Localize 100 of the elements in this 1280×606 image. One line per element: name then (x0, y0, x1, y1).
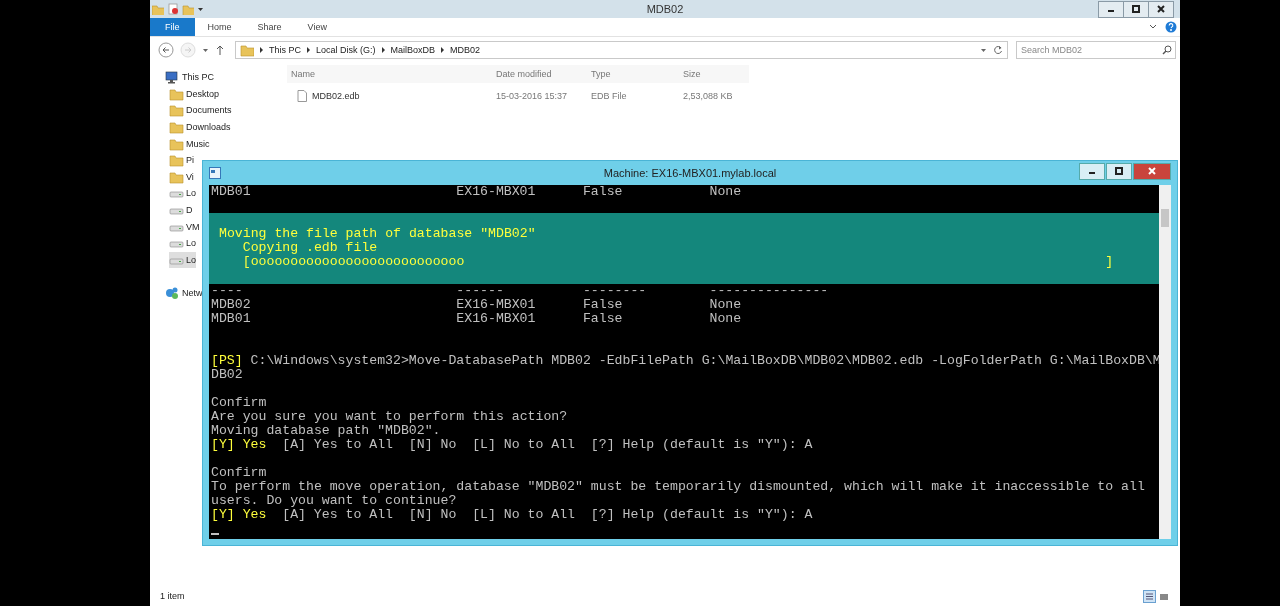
table-cell[interactable]: MDB02.edb (287, 90, 492, 102)
sidebar-item[interactable]: Vi (169, 168, 194, 186)
console-cell-text: EX16-MBX01 (456, 312, 537, 326)
sidebar-item[interactable]: Lo (169, 251, 196, 269)
console-text: DB02 (211, 368, 243, 382)
console-command: C:\Windows\system32>Move-DatabasePath MDB02 -EdbFilePath G:\MailBoxDB\MDB02\MDB02.edb -LogFolderPath G:\MailBoxDB\M (250, 354, 1159, 368)
sidebar-item[interactable]: D (169, 201, 193, 219)
status-text: 1 item (160, 591, 185, 601)
chevron-right-icon (306, 46, 311, 54)
chevron-right-icon (259, 46, 264, 54)
network-icon (164, 286, 179, 301)
address-bar[interactable]: This PC Local Disk (G:) MailBoxDB MDB02 (235, 41, 1008, 59)
ribbon-tab[interactable]: Home (194, 18, 245, 36)
folder-icon (169, 169, 184, 184)
sidebar-item[interactable]: VM (169, 218, 200, 235)
folder-icon (169, 103, 184, 118)
help-icon[interactable] (1165, 21, 1177, 33)
choice-options: [A] Yes to All [N] No [L] No to All [?] Help (default is "Y"): A (282, 508, 813, 522)
scrollbar[interactable] (1159, 185, 1171, 539)
search-field[interactable]: Search MDB02 (1016, 41, 1176, 59)
sidebar-item[interactable]: This PC (164, 69, 214, 86)
breadcrumb-item[interactable]: This PC (269, 45, 301, 55)
details-view-icon[interactable] (1143, 589, 1156, 603)
folder-icon (169, 120, 184, 135)
table-cell-text: 2,53,088 KB (682, 91, 734, 101)
console-cell-text: MDB01 (211, 312, 252, 326)
sidebar-item[interactable]: Music (169, 135, 210, 152)
folder-icon (169, 86, 184, 101)
close-icon (1156, 4, 1166, 14)
console-text: users. Do you want to continue? (211, 494, 457, 508)
sidebar-item[interactable]: Netw (164, 285, 203, 302)
console-cell: None (709, 312, 742, 326)
up-icon[interactable] (215, 44, 225, 56)
window-title: Machine: EX16-MBX01.mylab.local (603, 167, 777, 179)
ribbon-tab[interactable]: Share (244, 18, 295, 36)
properties-icon[interactable] (167, 3, 179, 15)
close-icon (1147, 166, 1157, 176)
minimize-button[interactable] (1098, 0, 1124, 18)
console-cell-text: ------ (456, 284, 505, 298)
restore-button[interactable] (1123, 0, 1149, 18)
folder-icon (169, 153, 184, 168)
window-title: MDB02 (646, 3, 684, 15)
choice-options: [A] Yes to All [N] No [L] No to All [?] Help (default is "Y"): A (282, 438, 813, 452)
refresh-icon[interactable] (993, 45, 1003, 55)
console-cell: --------------- (709, 284, 829, 298)
folder-icon (240, 43, 254, 57)
restore-icon (1131, 4, 1141, 14)
console-cell-text: False (582, 312, 624, 326)
console-cell: None (709, 298, 742, 312)
console-text: Confirm (211, 466, 267, 480)
console-cell-text: MDB02 (211, 298, 252, 312)
sidebar-item[interactable]: Desktop (169, 85, 220, 103)
console-cell-text: EX16-MBX01 (456, 298, 537, 312)
ribbon-tab[interactable]: File (150, 18, 195, 36)
default-choice: [Y] Yes (211, 508, 267, 522)
console-cell-text: False (582, 185, 624, 199)
ribbon-tab[interactable]: View (294, 18, 340, 36)
text-cursor (211, 533, 219, 535)
column-header[interactable]: Size (679, 69, 739, 79)
minimize-button[interactable] (1079, 162, 1105, 180)
column-header[interactable]: Type (587, 69, 679, 79)
breadcrumb-item[interactable]: Local Disk (G:) (316, 45, 376, 55)
table-cell-text: 15-03-2016 15:37 (495, 91, 569, 101)
console-cell-text: MDB01 (211, 185, 252, 199)
progress-bar-text: [ooooooooooooooooooooooooooo (242, 255, 466, 269)
maximize-button[interactable] (1106, 162, 1132, 180)
console-cell-text: False (582, 298, 624, 312)
scrollbar-thumb[interactable] (1161, 209, 1169, 227)
console-text: To perform the move operation, database "MDB02" must be temporarily dismounted, which will make it inaccessible to all (211, 480, 1145, 494)
breadcrumb-item[interactable]: MDB02 (450, 45, 481, 55)
progress-title: Moving the file path of database "MDB02" (219, 227, 536, 241)
sidebar-item[interactable]: Documents (169, 102, 232, 119)
console-icon (209, 167, 221, 179)
sidebar-item[interactable]: Lo (169, 185, 196, 202)
sidebar-item[interactable]: Lo (169, 234, 196, 252)
computer-icon (164, 70, 179, 85)
column-header[interactable]: Name (287, 69, 492, 79)
column-header[interactable]: Date modified (492, 69, 587, 79)
console-text: Moving database path "MDB02". (211, 424, 441, 438)
console-cell-text: -------- (582, 284, 648, 298)
console-cell-text: ---- (211, 284, 244, 298)
default-choice: [Y] Yes (211, 438, 267, 452)
table-cell-text: EDB File (590, 91, 628, 101)
prompt-prefix: [PS] (211, 354, 243, 368)
close-button[interactable] (1148, 0, 1174, 18)
console-text: Are you sure you want to perform this action? (211, 410, 568, 424)
file-icon (297, 90, 307, 102)
folder-icon (169, 136, 184, 151)
progress-bar-end: ] (1105, 255, 1114, 269)
chevron-down-icon[interactable] (1149, 23, 1157, 31)
console-cell-text: EX16-MBX01 (456, 185, 537, 199)
search-icon (1162, 45, 1172, 55)
chevron-right-icon (380, 46, 386, 54)
progress-activity: Copying .edb file (242, 241, 378, 255)
chevron-right-icon (440, 46, 446, 54)
console-text: Confirm (211, 396, 267, 410)
sidebar-item[interactable]: Pi (169, 151, 194, 169)
breadcrumb-item[interactable]: MailBoxDB (390, 45, 436, 55)
maximize-icon (1114, 166, 1124, 176)
sidebar-item[interactable]: Downloads (169, 118, 231, 136)
